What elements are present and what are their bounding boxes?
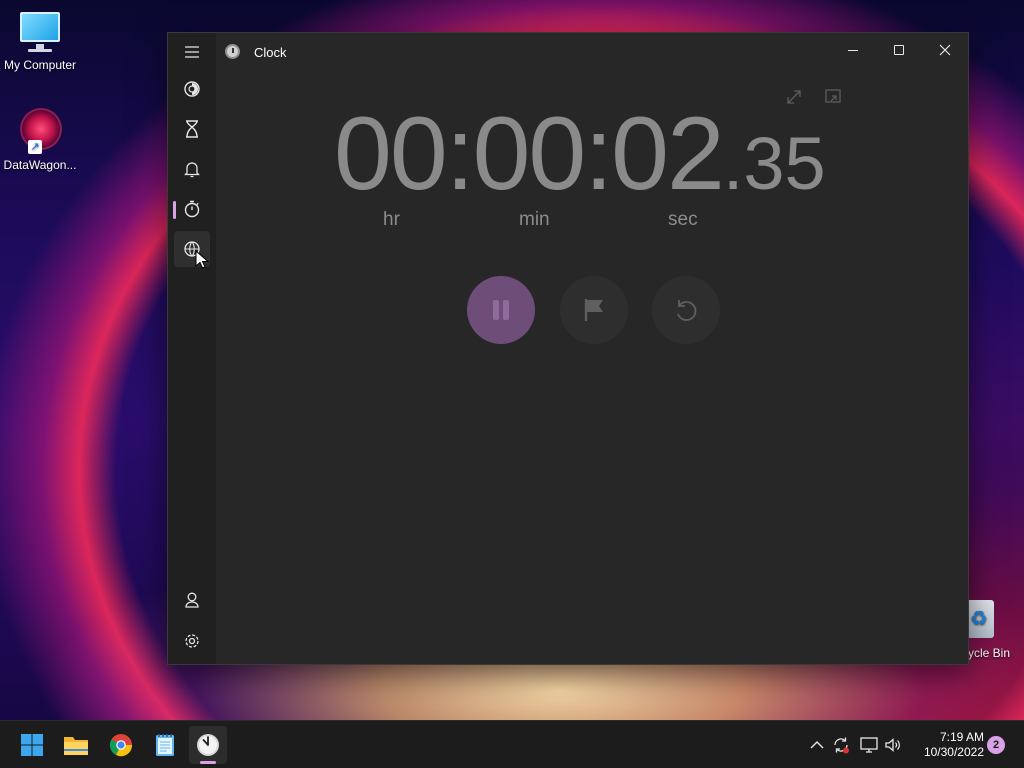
nav-alarm[interactable]	[174, 151, 210, 187]
datawagon-icon: ↗	[16, 106, 64, 154]
stopwatch-time: 00:00:02	[334, 96, 725, 212]
nav-timer[interactable]	[174, 111, 210, 147]
settings-icon	[185, 634, 199, 648]
maximize-icon	[894, 45, 904, 55]
taskbar-file-explorer[interactable]	[57, 726, 95, 764]
start-button[interactable]	[13, 726, 51, 764]
chrome-icon	[109, 734, 133, 757]
minimize-button[interactable]	[830, 33, 876, 67]
timer-icon	[186, 120, 198, 138]
tray-date-text: 10/30/2022	[923, 745, 984, 759]
tray-volume[interactable]	[883, 735, 903, 755]
tray-sync[interactable]	[831, 735, 851, 755]
maximize-button[interactable]	[876, 33, 922, 67]
tray-network[interactable]	[859, 735, 879, 755]
shortcut-arrow-icon: ↗	[28, 140, 42, 154]
nav-focus-sessions[interactable]	[174, 71, 210, 107]
desktop-icon-label: DataWagon...	[3, 158, 77, 172]
close-button[interactable]	[922, 33, 968, 67]
start-icon	[21, 734, 43, 756]
show-hidden-icons-button[interactable]	[807, 735, 827, 755]
clock-app-icon	[197, 734, 219, 756]
window-title: Clock	[254, 45, 287, 60]
mouse-cursor-icon	[195, 250, 209, 269]
alarm-icon	[184, 162, 200, 178]
computer-icon	[18, 10, 62, 54]
reset-button[interactable]	[652, 276, 720, 344]
network-icon	[860, 737, 878, 753]
nav-settings[interactable]	[174, 623, 210, 659]
title-bar[interactable]: Clock	[168, 33, 968, 71]
clock-window: Clock 00:00:02.35 hr min sec	[167, 32, 969, 665]
active-app-indicator	[200, 761, 216, 764]
clock-app-icon	[225, 44, 240, 59]
chevron-up-icon	[810, 741, 824, 749]
file-explorer-icon	[64, 737, 88, 755]
unit-seconds-label: sec	[668, 209, 698, 230]
desktop-icon-my-computer[interactable]: My Computer	[0, 10, 80, 72]
unit-hours-label: hr	[383, 209, 400, 230]
nav-account[interactable]	[174, 582, 210, 618]
unit-minutes-label: min	[519, 209, 550, 230]
account-icon	[185, 592, 199, 608]
stopwatch-fraction: .35	[722, 122, 826, 205]
volume-icon	[885, 738, 900, 752]
taskbar-clock[interactable]	[189, 726, 227, 764]
taskbar-notepad[interactable]	[146, 726, 184, 764]
lap-button[interactable]	[560, 276, 628, 344]
nav-stopwatch[interactable]	[174, 191, 210, 227]
notepad-icon	[156, 734, 174, 756]
flag-icon	[584, 299, 603, 321]
pause-icon	[493, 300, 509, 320]
tray-time-text: 7:19 AM	[939, 730, 984, 744]
nav-rail	[168, 33, 216, 664]
close-icon	[939, 44, 951, 56]
tray-clock[interactable]: 7:19 AM 10/30/2022	[908, 730, 984, 760]
pause-button[interactable]	[467, 276, 535, 344]
sync-icon	[834, 737, 849, 754]
taskbar: 7:19 AM 10/30/2022 2	[0, 720, 1024, 768]
keep-on-top-icon	[825, 89, 841, 103]
desktop-icon-datawagon[interactable]: ↗ DataWagon...	[0, 106, 80, 172]
taskbar-chrome[interactable]	[102, 726, 140, 764]
stopwatch-display: 00:00:02.35	[334, 95, 826, 214]
minimize-icon	[848, 49, 858, 51]
desktop-icon-label: My Computer	[3, 58, 77, 72]
reset-icon	[677, 300, 697, 321]
focus-sessions-icon	[184, 81, 200, 97]
keep-on-top-button[interactable]	[823, 87, 843, 107]
notification-badge[interactable]: 2	[987, 736, 1005, 754]
stopwatch-icon	[184, 200, 200, 218]
